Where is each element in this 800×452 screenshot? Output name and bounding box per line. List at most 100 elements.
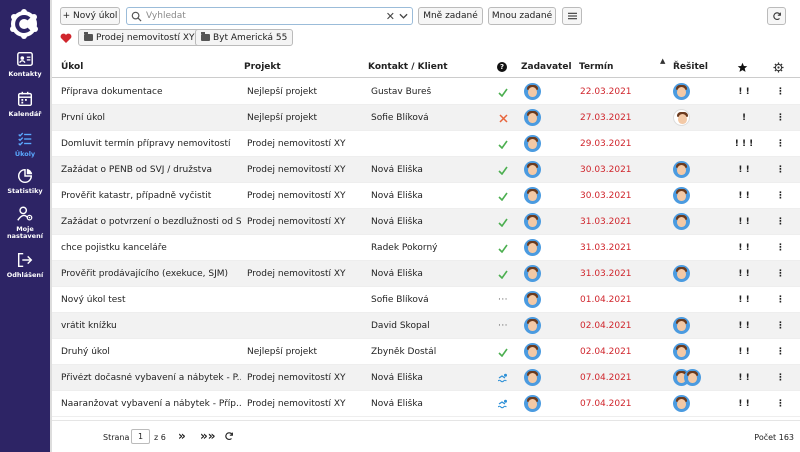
refresh-button[interactable] [767,7,786,25]
row-menu-icon[interactable]: ⋮ [776,113,785,123]
solver-avatar[interactable] [673,83,690,100]
assigner-avatar[interactable] [524,265,541,282]
app-logo[interactable] [9,9,39,39]
check-icon[interactable] [496,137,510,151]
assigner-avatar[interactable] [524,239,541,256]
task-contact[interactable]: Sofie Blíková [371,295,491,305]
filter-chip[interactable]: Prodej nemovitostí XY [78,29,201,46]
task-contact[interactable]: Sofie Blíková [371,113,491,123]
swimmer-icon[interactable] [496,397,510,411]
sidebar-item-statistiky[interactable]: Statistiky [0,167,50,195]
header-deadline[interactable]: Termín [579,62,613,72]
menu-button[interactable] [562,7,582,25]
search-input[interactable]: Vyhledat [146,11,186,21]
header-solver[interactable]: Řešitel [673,62,708,72]
sidebar-item-odhlaseni[interactable]: Odhlášení [0,251,50,279]
header-assigner[interactable]: Zadavatel [521,62,572,72]
swimmer-icon[interactable] [496,371,510,385]
solver-avatar[interactable] [673,343,690,360]
check-icon[interactable] [496,189,510,203]
help-icon[interactable]: ? [497,62,507,72]
assigner-avatar[interactable] [524,187,541,204]
task-priority[interactable]: ! ! [734,165,754,175]
row-menu-icon[interactable]: ⋮ [776,165,785,175]
row-menu-icon[interactable]: ⋮ [776,191,785,201]
assigner-avatar[interactable] [524,109,541,126]
pending-dots-icon[interactable]: ··· [496,293,510,307]
task-priority[interactable]: ! ! [734,87,754,97]
table-row[interactable]: chce pojistku kanceláře Radek Pokorný 31.0… [52,235,800,261]
row-menu-icon[interactable]: ⋮ [776,295,785,305]
task-contact[interactable]: Nová Eliška [371,191,491,201]
table-row[interactable]: Prověřit prodávajícího (exekuce, SJM) Pro… [52,261,800,287]
header-contact[interactable]: Kontakt / Klient [368,62,448,72]
task-priority[interactable]: ! ! [734,217,754,227]
table-row[interactable]: Nový úkol test Sofie Blíková ··· 01.04.2021… [52,287,800,313]
task-name[interactable]: Zažádat o PENB od SVJ / družstva [61,165,241,175]
table-row[interactable]: Přivézt dočasné vybavení a nábytek - P..… [52,365,800,391]
task-contact[interactable]: Nová Eliška [371,165,491,175]
sidebar-item-ukoly[interactable]: Úkoly [0,130,50,158]
row-menu-icon[interactable]: ⋮ [776,217,785,227]
assigner-avatar[interactable] [524,161,541,178]
last-page-icon[interactable]: »» [200,429,216,443]
chevron-down-icon[interactable] [399,13,408,20]
row-menu-icon[interactable]: ⋮ [776,87,785,97]
sidebar-item-kalendar[interactable]: Kalendář [0,90,50,118]
row-menu-icon[interactable]: ⋮ [776,243,785,253]
table-row[interactable]: vrátit knížku David Skopal ··· 02.04.2021 ! … [52,313,800,339]
check-icon[interactable] [496,85,510,99]
table-row[interactable]: Prověřit katastr, případně vyčistit Prode… [52,183,800,209]
check-icon[interactable] [496,241,510,255]
assigner-avatar[interactable] [524,369,541,386]
table-row[interactable]: Příprava dokumentace Nejlepší projekt Gust… [52,79,800,105]
table-row[interactable]: Druhý úkol Nejlepší projekt Zbyněk Dostál 0… [52,339,800,365]
solver-avatar[interactable] [673,109,690,126]
pending-dots-icon[interactable]: ··· [496,319,510,333]
check-icon[interactable] [496,163,510,177]
sidebar-item-nastaveni[interactable]: Moje nastavení [0,205,50,240]
task-priority[interactable]: ! ! [734,399,754,409]
assigner-avatar[interactable] [524,291,541,308]
table-row[interactable]: První úkol Nejlepší projekt Sofie Blíková 2… [52,105,800,131]
row-menu-icon[interactable]: ⋮ [776,373,785,383]
assigner-avatar[interactable] [524,343,541,360]
sort-asc-icon[interactable]: ▲ [660,57,665,65]
solver-avatar[interactable] [673,187,690,204]
task-name[interactable]: Prověřit prodávajícího (exekuce, SJM) [61,269,241,279]
task-contact[interactable]: Nová Eliška [371,217,491,227]
clear-icon[interactable]: ✕ [386,10,395,23]
task-name[interactable]: Přivézt dočasné vybavení a nábytek - P..… [61,373,241,383]
assigner-avatar[interactable] [524,213,541,230]
task-name[interactable]: První úkol [61,113,241,123]
task-name[interactable]: Nový úkol test [61,295,241,305]
solver-avatar[interactable] [673,213,690,230]
sidebar-item-kontakty[interactable]: Kontakty [0,50,50,78]
assigner-avatar[interactable] [524,83,541,100]
header-task[interactable]: Úkol [61,62,83,72]
row-menu-icon[interactable]: ⋮ [776,347,785,357]
check-icon[interactable] [496,215,510,229]
task-priority[interactable]: ! ! [734,373,754,383]
table-row[interactable]: Zažádat o PENB od SVJ / družstva Prodej n… [52,157,800,183]
reload-icon[interactable] [224,431,234,441]
task-contact[interactable]: Nová Eliška [371,269,491,279]
task-name[interactable]: Naaranžovat vybavení a nábytek - Příp... [61,399,241,409]
assigned-by-me-button[interactable]: Mnou zadané [488,7,556,25]
task-contact[interactable]: Radek Pokorný [371,243,491,253]
next-page-icon[interactable]: » [178,429,186,443]
task-priority[interactable]: ! ! ! [734,139,754,149]
table-row[interactable]: Naaranžovat vybavení a nábytek - Příp...… [52,391,800,417]
row-menu-icon[interactable]: ⋮ [776,321,785,331]
task-priority[interactable]: ! ! [734,191,754,201]
task-priority[interactable]: ! ! [734,321,754,331]
task-priority[interactable]: ! ! [734,269,754,279]
filter-chip[interactable]: Byt Americká 55 [195,29,294,46]
task-priority[interactable]: ! ! [734,295,754,305]
star-icon[interactable] [737,62,748,73]
solver-avatar[interactable] [684,369,701,386]
assigner-avatar[interactable] [524,135,541,152]
solver-avatar[interactable] [673,395,690,412]
favorite-heart-icon[interactable] [60,33,72,44]
row-menu-icon[interactable]: ⋮ [776,399,785,409]
